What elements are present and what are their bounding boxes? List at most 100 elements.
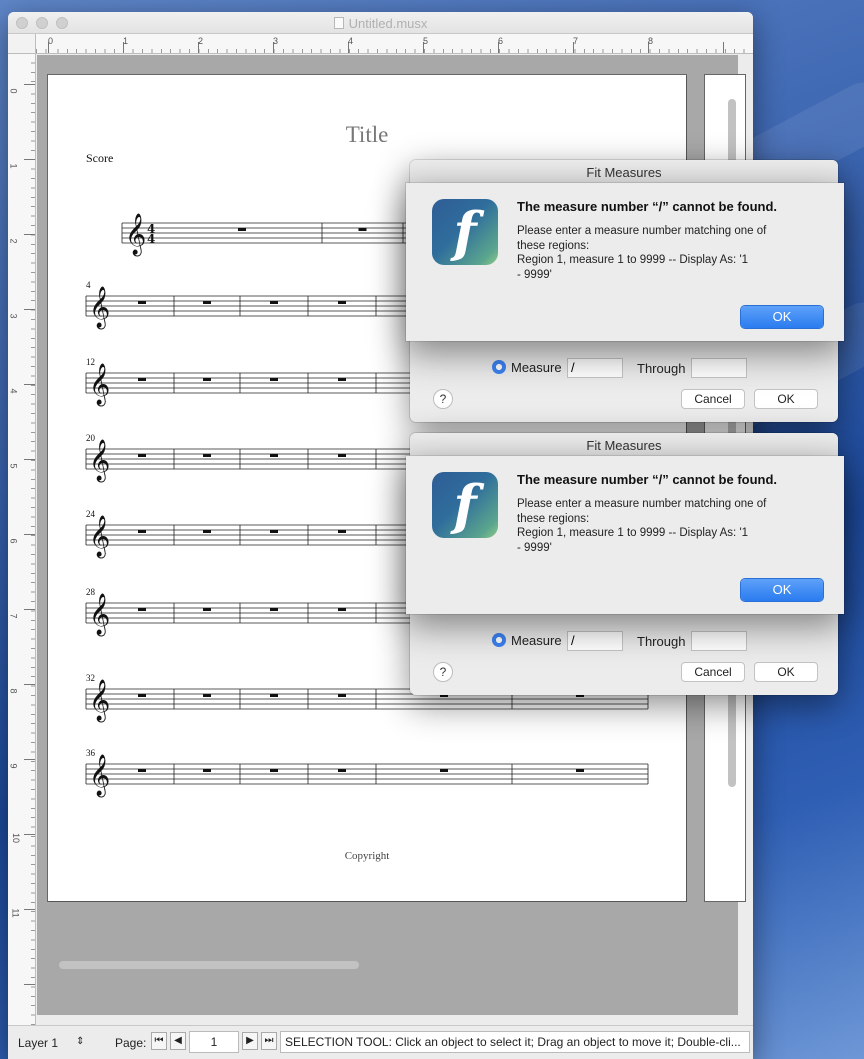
measure-from-input[interactable]: / — [567, 358, 623, 378]
window-titlebar[interactable]: Untitled.musx — [8, 12, 753, 34]
whole-rest[interactable] — [338, 608, 346, 611]
layer-select[interactable]: Layer 1 — [18, 1036, 58, 1050]
whole-rest[interactable] — [138, 301, 146, 304]
ruler-label: 7 — [573, 36, 579, 46]
measure-from-input[interactable]: / — [567, 631, 623, 651]
whole-rest[interactable] — [138, 378, 146, 381]
treble-clef[interactable]: 𝄞 — [89, 363, 110, 406]
whole-rest[interactable] — [203, 454, 211, 457]
whole-rest[interactable] — [338, 301, 346, 304]
ruler-label: 3 — [273, 36, 279, 46]
cancel-button[interactable]: Cancel — [681, 662, 745, 682]
next-page-button[interactable]: ▶ — [242, 1032, 258, 1050]
alert-ok-button[interactable]: OK — [741, 579, 823, 601]
last-page-button[interactable]: ⏭ — [261, 1032, 277, 1050]
status-bar: Layer 1 ⇕ Page: ⏮ ◀ 1 ▶ ⏭ SELECTION TOOL… — [8, 1025, 753, 1059]
measure-number[interactable]: 32 — [86, 673, 95, 683]
measure-number[interactable]: 4 — [86, 280, 91, 290]
tool-message: SELECTION TOOL: Click an object to selec… — [280, 1031, 750, 1053]
treble-clef[interactable]: 𝄞 — [125, 213, 146, 256]
treble-clef[interactable]: 𝄞 — [89, 439, 110, 482]
measure-through-input[interactable] — [691, 358, 747, 378]
whole-rest[interactable] — [203, 530, 211, 533]
cancel-button[interactable]: Cancel — [681, 389, 745, 409]
alert-heading: The measure number “/” cannot be found. — [517, 199, 778, 214]
alert-message-line: Please enter a measure number matching o… — [517, 225, 767, 237]
vertical-ruler[interactable]: 0 1 2 3 4 5 6 7 8 9 10 11 — [8, 54, 36, 1025]
measure-number[interactable]: 36 — [86, 748, 96, 758]
measure-number[interactable]: 28 — [86, 587, 96, 597]
alert-ok-button[interactable]: OK — [741, 306, 823, 328]
whole-rest[interactable] — [138, 454, 146, 457]
measure-number[interactable]: 12 — [86, 357, 95, 367]
whole-rest[interactable] — [238, 228, 246, 231]
treble-clef[interactable]: 𝄞 — [89, 515, 110, 558]
whole-rest[interactable] — [338, 530, 346, 533]
ruler-label: 11 — [10, 908, 21, 918]
ruler-label: 4 — [348, 36, 354, 46]
first-page-button[interactable]: ⏮ — [151, 1032, 167, 1050]
whole-rest[interactable] — [203, 694, 211, 697]
chevron-updown-icon[interactable]: ⇕ — [76, 1036, 84, 1047]
whole-rest[interactable] — [338, 454, 346, 457]
whole-rest[interactable] — [440, 769, 448, 772]
treble-clef[interactable]: 𝄞 — [89, 286, 110, 329]
ok-button[interactable]: OK — [754, 389, 818, 409]
through-label: Through — [637, 634, 686, 649]
horizontal-ruler[interactable]: 0 1 2 3 4 5 6 7 8 — [36, 34, 753, 54]
whole-rest[interactable] — [270, 608, 278, 611]
whole-rest[interactable] — [203, 769, 211, 772]
previous-page-button[interactable]: ◀ — [170, 1032, 186, 1050]
treble-clef[interactable]: 𝄞 — [89, 593, 110, 636]
alert-message-line: Region 1, measure 1 to 9999 -- Display A… — [517, 527, 749, 539]
ruler-label: 6 — [8, 538, 19, 544]
treble-clef[interactable]: 𝄞 — [89, 679, 110, 722]
measure-number[interactable]: 20 — [86, 433, 96, 443]
treble-clef[interactable]: 𝄞 — [89, 754, 110, 797]
whole-rest[interactable] — [270, 769, 278, 772]
whole-rest[interactable] — [338, 378, 346, 381]
whole-rest[interactable] — [270, 301, 278, 304]
whole-rest[interactable] — [270, 378, 278, 381]
alert-heading: The measure number “/” cannot be found. — [517, 472, 778, 487]
whole-rest[interactable] — [203, 378, 211, 381]
alert-message: Please enter a measure number matching o… — [517, 497, 807, 555]
whole-rest[interactable] — [138, 608, 146, 611]
ruler-label: 1 — [8, 163, 19, 169]
whole-rest[interactable] — [270, 694, 278, 697]
ruler-label: 6 — [498, 36, 504, 46]
measure-number[interactable]: 24 — [86, 509, 96, 519]
ruler-label: 9 — [8, 763, 19, 769]
whole-rest[interactable] — [203, 301, 211, 304]
page-number-field[interactable]: 1 — [189, 1031, 239, 1053]
whole-rest[interactable] — [338, 769, 346, 772]
whole-rest[interactable] — [358, 228, 367, 231]
measure-label: Measure — [511, 360, 562, 375]
whole-rest[interactable] — [138, 769, 146, 772]
measure-radio[interactable] — [492, 633, 506, 647]
whole-rest[interactable] — [138, 530, 146, 533]
through-label: Through — [637, 361, 686, 376]
ruler-label: 5 — [423, 36, 429, 46]
score-copyright[interactable]: Copyright — [48, 850, 686, 862]
ok-button[interactable]: OK — [754, 662, 818, 682]
whole-rest[interactable] — [138, 694, 146, 697]
help-button[interactable]: ? — [433, 389, 453, 409]
time-signature-bottom[interactable]: 4 — [147, 232, 155, 246]
ruler-label: 4 — [8, 388, 19, 394]
ruler-label: 0 — [8, 88, 19, 94]
whole-rest[interactable] — [338, 694, 346, 697]
ruler-label: 1 — [123, 36, 129, 46]
ruler-label: 8 — [8, 688, 19, 694]
help-button[interactable]: ? — [433, 662, 453, 682]
horizontal-scrollbar[interactable] — [59, 961, 359, 969]
whole-rest[interactable] — [203, 608, 211, 611]
whole-rest[interactable] — [576, 769, 584, 772]
whole-rest[interactable] — [270, 530, 278, 533]
whole-rest[interactable] — [270, 454, 278, 457]
measure-through-input[interactable] — [691, 631, 747, 651]
alert-message-line: these regions: — [517, 512, 590, 525]
page-label: Page: — [115, 1036, 147, 1050]
dialog-title: Fit Measures — [586, 165, 662, 180]
measure-radio[interactable] — [492, 360, 506, 374]
